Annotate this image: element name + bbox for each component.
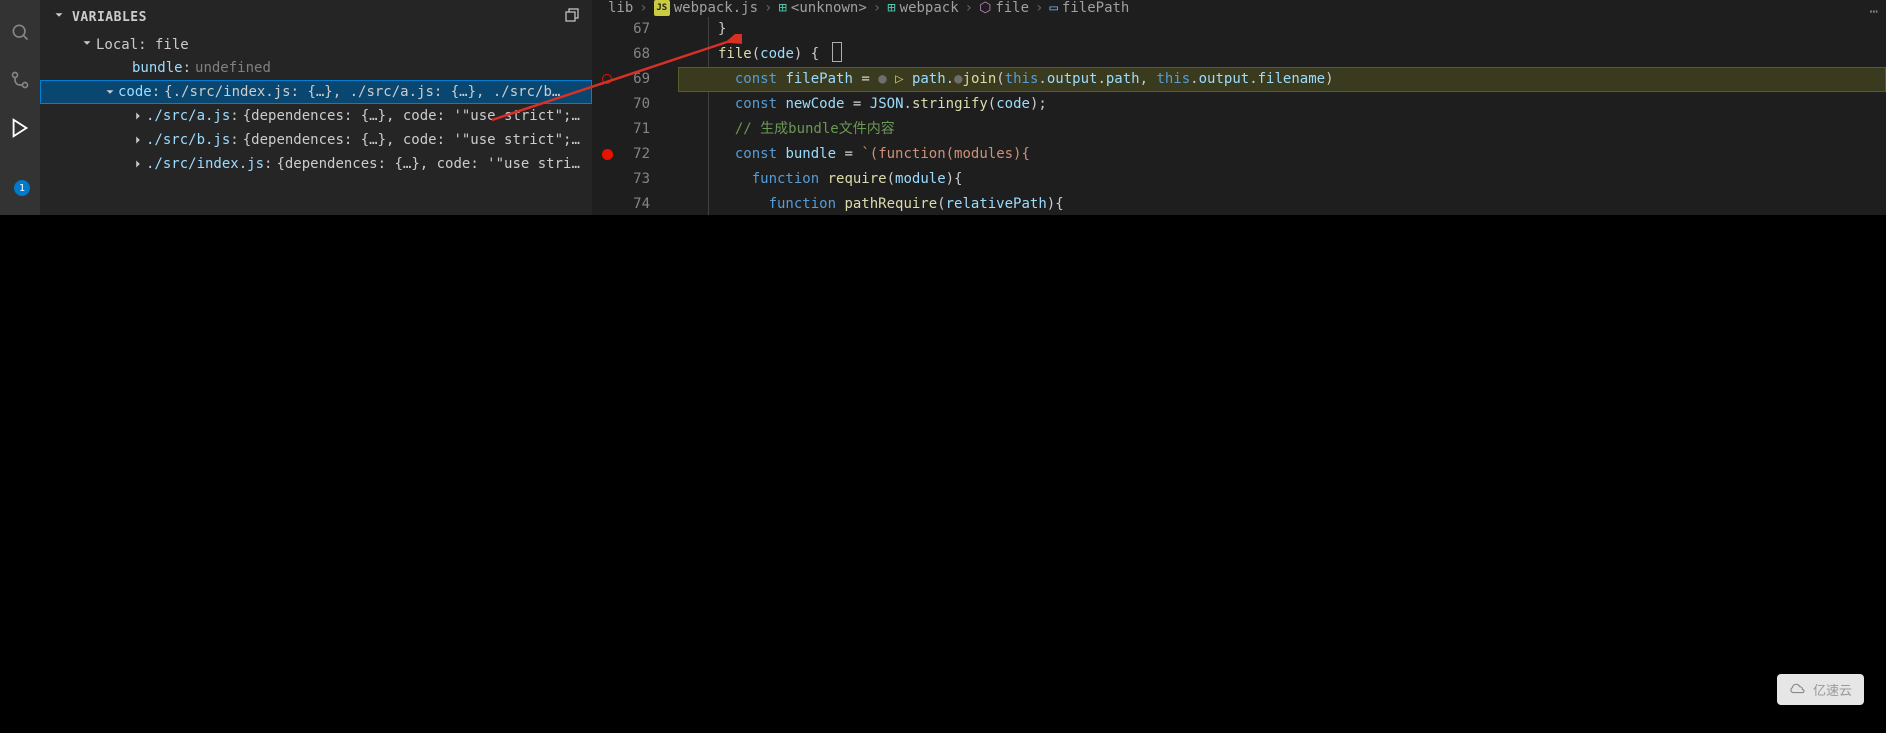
line-number: 74 [592, 192, 650, 217]
chevron-down-icon [52, 8, 66, 26]
line-number: 72 [592, 142, 650, 167]
chevron-right-icon: › [764, 0, 772, 16]
chevron-right-icon: › [639, 0, 647, 16]
method-icon: ⬡ [979, 0, 991, 16]
breakpoint-unverified-icon[interactable] [602, 74, 612, 84]
chevron-down-icon [102, 85, 118, 99]
line-number: 70 [592, 92, 650, 117]
line-number: 68 [592, 42, 650, 67]
line-number: 69 [592, 67, 650, 92]
chevron-right-icon [130, 109, 146, 123]
code-line: const bundle = `(function(modules){ [678, 142, 1886, 167]
namespace-icon: ⊞ [887, 0, 895, 16]
chevron-right-icon [130, 157, 146, 171]
watermark: 亿速云 [1777, 674, 1864, 705]
code-line: } [678, 17, 1886, 42]
line-number: 71 [592, 117, 650, 142]
chevron-down-icon [80, 36, 94, 54]
panel-title: VARIABLES [72, 10, 564, 25]
var-child-a[interactable]: ./src/a.js: {dependences: {…}, code: '"u… [40, 104, 592, 128]
cloud-icon [1789, 681, 1807, 698]
variables-panel: VARIABLES Local: file bundle: undefined … [40, 0, 592, 215]
scope-local[interactable]: Local: file [40, 34, 592, 56]
breadcrumb-file[interactable]: JS webpack.js [654, 0, 758, 16]
code-line: function require(module){ [678, 167, 1886, 192]
code-line: const newCode = JSON.stringify(code); [678, 92, 1886, 117]
code-line: function pathRequire(relativePath){ [678, 192, 1886, 217]
chevron-right-icon: › [965, 0, 973, 16]
code-line: // 生成bundle文件内容 [678, 117, 1886, 142]
js-icon: JS [654, 0, 670, 16]
variables-header[interactable]: VARIABLES [40, 0, 592, 34]
line-gutter[interactable]: 67 68 69 70 71 72 73 74 [592, 17, 678, 217]
chevron-right-icon [130, 133, 146, 147]
editor: lib › JS webpack.js › ⊞ <unknown> › ⊞ we… [592, 0, 1886, 215]
var-bundle[interactable]: bundle: undefined [40, 56, 592, 80]
cropped-area [0, 215, 1886, 733]
breadcrumb[interactable]: lib › JS webpack.js › ⊞ <unknown> › ⊞ we… [592, 0, 1886, 17]
line-number: 67 [592, 17, 650, 42]
namespace-icon: ⊞ [778, 0, 786, 16]
var-child-b[interactable]: ./src/b.js: {dependences: {…}, code: '"u… [40, 128, 592, 152]
code-line-current: const filePath = ● ▷ path.●join(this.out… [678, 67, 1886, 92]
source-control-icon[interactable] [8, 68, 32, 92]
breadcrumb-method[interactable]: ⬡ file [979, 0, 1029, 16]
chevron-right-icon: › [873, 0, 881, 16]
code-content[interactable]: } file(code) { const filePath = ● ▷ path… [678, 17, 1886, 217]
variable-icon: ▭ [1049, 0, 1057, 16]
breadcrumb-variable[interactable]: ▭ filePath [1049, 0, 1129, 16]
chevron-right-icon: › [1035, 0, 1043, 16]
search-icon[interactable] [8, 20, 32, 44]
breakpoint-icon[interactable] [602, 149, 613, 160]
activity-badge: 1 [14, 180, 30, 196]
breadcrumb-lib[interactable]: lib [608, 0, 633, 16]
breadcrumb-webpack[interactable]: ⊞ webpack [887, 0, 958, 16]
collapse-all-icon[interactable] [564, 7, 580, 27]
var-code[interactable]: code: {./src/index.js: {…}, ./src/a.js: … [40, 80, 592, 104]
line-number: 73 [592, 167, 650, 192]
scope-label: Local: file [96, 37, 189, 53]
breadcrumb-unknown[interactable]: ⊞ <unknown> [778, 0, 866, 16]
debug-icon[interactable] [8, 116, 32, 140]
var-child-index[interactable]: ./src/index.js: {dependences: {…}, code:… [40, 152, 592, 176]
activity-bar: 1 [0, 0, 40, 215]
code-line: file(code) { [678, 42, 1886, 67]
